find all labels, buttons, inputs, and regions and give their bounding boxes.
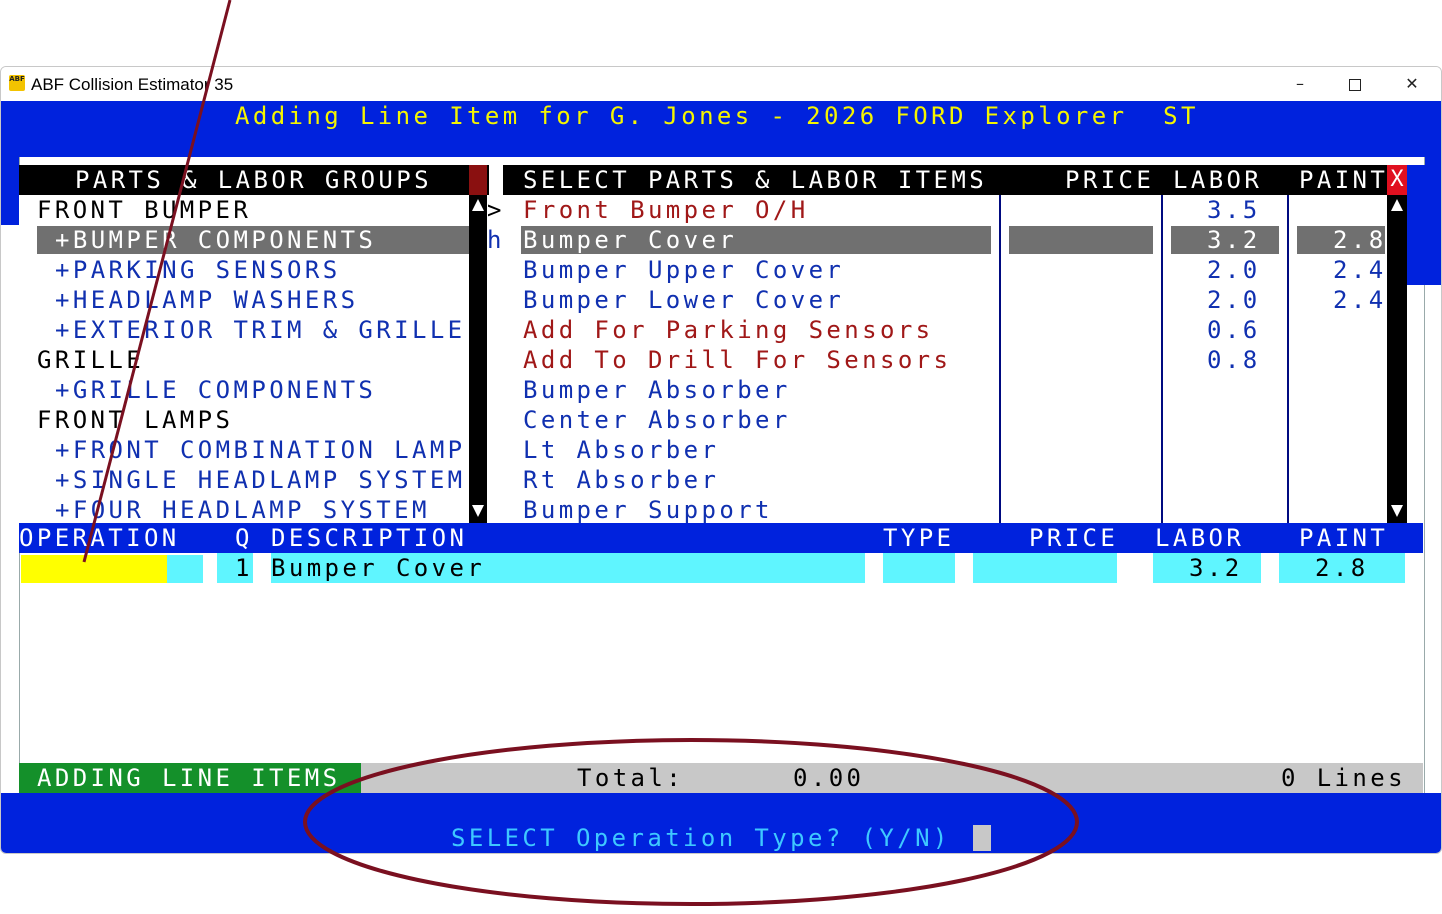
annotation-overlay (82, 0, 1079, 906)
annotation-ellipse (303, 738, 1079, 906)
annotation-line (82, 0, 232, 563)
